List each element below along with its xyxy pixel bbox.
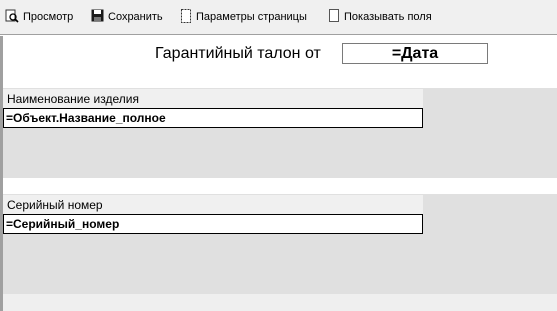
show-fields-label: Показывать поля	[344, 11, 432, 23]
toolbar: Просмотр Сохранить Параметры страницы По…	[0, 0, 557, 34]
save-button[interactable]: Сохранить	[91, 8, 163, 26]
date-field[interactable]: =Дата	[342, 43, 488, 64]
page-settings-button[interactable]: Параметры страницы	[180, 8, 307, 26]
spacer-band	[3, 178, 557, 194]
product-name-field[interactable]: =Объект.Название_полное	[3, 108, 423, 128]
preview-button[interactable]: Просмотр	[5, 8, 73, 26]
show-fields-toggle[interactable]: Показывать поля	[328, 8, 432, 26]
serial-number-caption: Серийный номер	[3, 195, 423, 215]
show-fields-checkbox[interactable]	[328, 9, 340, 25]
footer-band	[3, 294, 557, 311]
preview-label: Просмотр	[23, 11, 74, 23]
preview-icon	[5, 9, 19, 26]
save-label: Сохранить	[108, 11, 163, 23]
serial-number-field[interactable]: =Серийный_номер	[3, 214, 423, 234]
save-icon	[91, 9, 104, 25]
product-name-caption: Наименование изделия	[3, 89, 423, 109]
page-settings-icon	[180, 8, 192, 26]
warranty-title: Гарантийный талон от	[151, 43, 332, 64]
page-settings-label: Параметры страницы	[196, 11, 307, 23]
